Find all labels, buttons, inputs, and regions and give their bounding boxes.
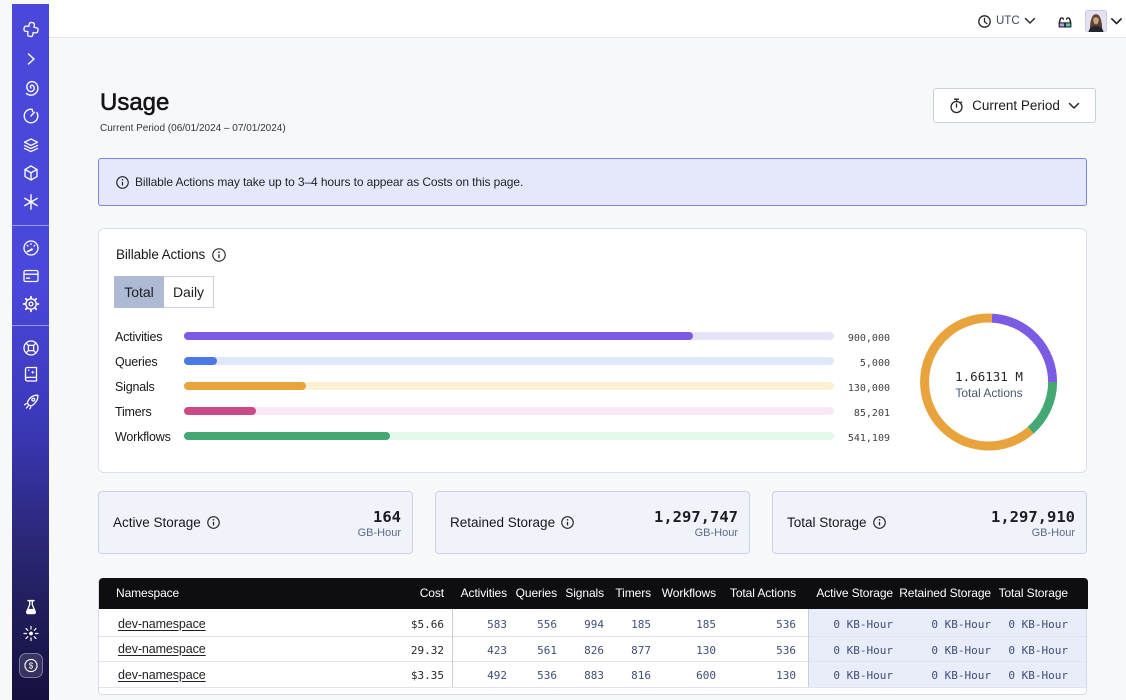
svg-text:$: $ xyxy=(28,661,33,670)
